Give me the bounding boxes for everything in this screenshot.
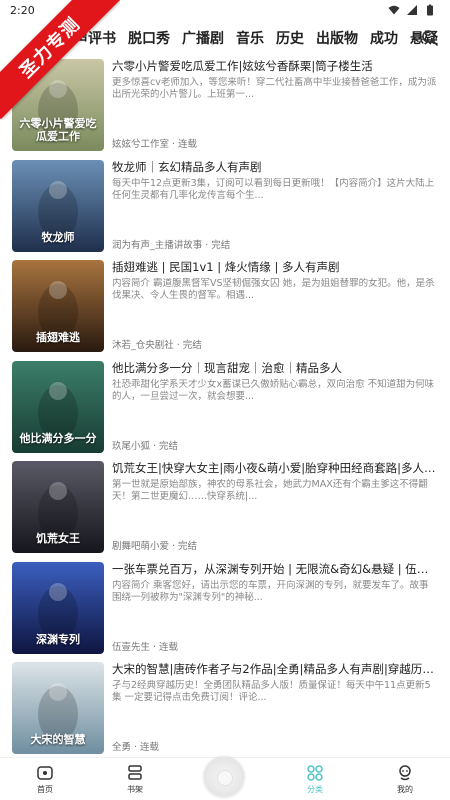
- category-tab[interactable]: 相声评书: [60, 28, 116, 48]
- category-tab[interactable]: 出版物: [316, 28, 358, 48]
- item-info: 大宋的智慧|唐砖作者孑与2作品|全勇|精品多人有声剧|穿越历史 | 权谋孑与2经…: [112, 662, 438, 704]
- item-author-status: 伍壹先生 · 连载: [112, 641, 179, 653]
- item-description: 孑与2经典穿越历史！全勇团队精品多人版！质量保证！每天中午11点更新5集 一定要…: [112, 680, 431, 703]
- cover-title-art: 牧龙师: [41, 230, 75, 244]
- item-info: 牧龙师｜玄幻精品多人有声剧每天中午12点更新3集，订阅可以看到每日更新哦！【内容…: [112, 160, 438, 202]
- home-icon: [37, 765, 53, 780]
- item-info: 插翅难逃 | 民国1v1 | 烽火情缘 | 多人有声剧内容简介 霸道腹黑督军VS…: [112, 260, 438, 302]
- item-title[interactable]: 插翅难逃 | 民国1v1 | 烽火情缘 | 多人有声剧: [112, 260, 438, 275]
- item-author-status: 全勇 · 连载: [112, 742, 160, 753]
- cover-title-art: 六零小片警爱吃瓜爱工作: [19, 117, 97, 143]
- item-author-status: 剧舞吧萌小爱 · 完结: [112, 541, 198, 552]
- nav-home-label: 首页: [37, 784, 53, 794]
- status-time: 2:20: [10, 3, 35, 17]
- item-title[interactable]: 六零小片警爱吃瓜爱工作|妶妶兮香酥栗|筒子楼生活: [112, 59, 438, 74]
- item-author-status: 沐若_仓央剧社 · 完结: [112, 340, 202, 351]
- cover-image: 牧龙师: [12, 159, 104, 252]
- list-item[interactable]: 插翅难逃 插翅难逃 | 民国1v1 | 烽火情缘 | 多人有声剧内容简介 霸道腹黑…: [0, 257, 450, 358]
- item-title[interactable]: 大宋的智慧|唐砖作者孑与2作品|全勇|精品多人有声剧|穿越历史 | 权谋: [112, 662, 438, 677]
- category-tab[interactable]: 成功: [370, 28, 398, 48]
- wifi-icon: [388, 5, 400, 15]
- cover-image: 他比满分多一分: [12, 360, 104, 453]
- cover-image: 插翅难逃: [12, 260, 104, 352]
- status-bar: 2:20: [0, 0, 450, 20]
- cover-image: 深渊专列: [12, 561, 104, 654]
- item-description: 社恐乖甜化学系天才少女x蓄谋已久傲娇贴心霸总，双向治愈 不知道甜为何味的人，一旦…: [112, 378, 435, 402]
- signal-icon: [407, 5, 417, 15]
- cover-title-art: 他比满分多一分: [19, 431, 97, 445]
- bookshelf-icon: [128, 764, 142, 780]
- category-icon: [307, 764, 323, 781]
- list-item[interactable]: 深渊专列 一张车票兑百万，从深渊专列开始 | 无限流&奇幻&悬疑 | 伍壹先生 |…: [0, 559, 450, 660]
- audiobook-list: 六零小片警爱吃瓜爱工作 六零小片警爱吃瓜爱工作|妶妶兮香酥栗|筒子楼生活 更多惊喜c…: [0, 56, 450, 760]
- category-tab[interactable]: 音乐: [236, 28, 264, 48]
- item-info: 他比满分多一分｜现言甜宠｜治愈｜精品多人社恐乖甜化学系天才少女x蓄谋已久傲娇贴心…: [112, 361, 438, 403]
- item-title[interactable]: 他比满分多一分｜现言甜宠｜治愈｜精品多人: [112, 361, 438, 376]
- cover-image: 大宋的智慧: [12, 662, 104, 754]
- list-item[interactable]: 牧龙师 牧龙师｜玄幻精品多人有声剧每天中午12点更新3集，订阅可以看到每日更新哦！…: [0, 157, 450, 258]
- category-tabs: 相声评书 脱口秀 广播剧 音乐 历史 出版物 成功 悬疑: [0, 20, 450, 56]
- cover-title-art: 插翅难逃: [36, 331, 80, 344]
- list-item[interactable]: 饥荒女王 饥荒女王|快穿大女主|雨小夜&萌小爱|胎穿种田经商套路|多人有声剧第一世…: [0, 458, 450, 559]
- list-item[interactable]: 大宋的智慧 大宋的智慧|唐砖作者孑与2作品|全勇|精品多人有声剧|穿越历史 | 权…: [0, 659, 450, 760]
- search-icon[interactable]: [420, 28, 440, 48]
- nav-category-label: 分类: [307, 784, 323, 794]
- list-item[interactable]: 他比满分多一分 他比满分多一分｜现言甜宠｜治愈｜精品多人社恐乖甜化学系天才少女x蓄…: [0, 358, 450, 459]
- cover-image: 六零小片警爱吃瓜爱工作: [12, 59, 104, 151]
- item-author-status: 玖尾小狐 · 完结: [112, 440, 179, 452]
- item-info: 一张车票兑百万，从深渊专列开始 | 无限流&奇幻&悬疑 | 伍壹先生 | 多人有…: [112, 562, 438, 604]
- category-tab[interactable]: 广播剧: [182, 28, 224, 48]
- list-item[interactable]: 六零小片警爱吃瓜爱工作 六零小片警爱吃瓜爱工作|妶妶兮香酥栗|筒子楼生活 更多惊喜c…: [0, 56, 450, 157]
- item-title[interactable]: 牧龙师｜玄幻精品多人有声剧: [112, 160, 438, 175]
- item-title[interactable]: 一张车票兑百万，从深渊专列开始 | 无限流&奇幻&悬疑 | 伍壹先生 | 多人有…: [112, 562, 438, 577]
- cover-image: 饥荒女王: [12, 461, 104, 553]
- nav-profile-label: 我的: [397, 784, 413, 794]
- profile-icon: [399, 764, 411, 780]
- item-author-status: 润为有声_主播讲故事 · 完结: [112, 239, 231, 251]
- category-tab[interactable]: 脱口秀: [128, 28, 170, 48]
- nav-profile[interactable]: 我的: [360, 758, 450, 800]
- item-description: 内容简介 乘客您好，请出示您的车票，开向深渊的专列，就要发车了。故事围绕一列被称…: [112, 579, 429, 603]
- item-description: 更多惊喜cv老师加入，等您来听！穿二代社畜高中毕业接替爸爸工作，成为派出所光荣的…: [112, 77, 437, 100]
- item-title[interactable]: 饥荒女王|快穿大女主|雨小夜&萌小爱|胎穿种田经商套路|多人有声剧: [112, 461, 438, 476]
- nav-home[interactable]: 首页: [0, 758, 90, 800]
- nav-bookshelf-label: 书架: [127, 784, 143, 794]
- item-info: 饥荒女王|快穿大女主|雨小夜&萌小爱|胎穿种田经商套路|多人有声剧第一世就是原始…: [112, 461, 438, 503]
- item-description: 每天中午12点更新3集，订阅可以看到每日更新哦！【内容简介】这片大陆上任何生灵都…: [112, 177, 435, 201]
- cover-title-art: 深渊专列: [36, 632, 80, 646]
- category-tab[interactable]: 历史: [276, 28, 304, 48]
- item-info: 六零小片警爱吃瓜爱工作|妶妶兮香酥栗|筒子楼生活更多惊喜cv老师加入，等您来听！…: [112, 59, 438, 101]
- cover-title-art: 大宋的智慧: [30, 733, 86, 746]
- battery-icon: [427, 4, 433, 16]
- cover-title-art: 饥荒女王: [36, 532, 80, 545]
- item-description: 内容简介 霸道腹黑督军VS坚韧倔强女囚 她，是为姐姐替罪的女犯。他，是杀伐果决、…: [112, 278, 435, 301]
- nav-bookshelf[interactable]: 书架: [90, 758, 180, 800]
- player-disc-button[interactable]: [204, 757, 244, 797]
- nav-category[interactable]: 分类: [270, 758, 360, 800]
- item-author-status: 妶妶兮工作室 · 连载: [112, 139, 198, 150]
- item-description: 第一世就是原始部族，神农的母系社会，她武力MAX还有个霸主爹这不得翻天！第二世更…: [112, 479, 428, 502]
